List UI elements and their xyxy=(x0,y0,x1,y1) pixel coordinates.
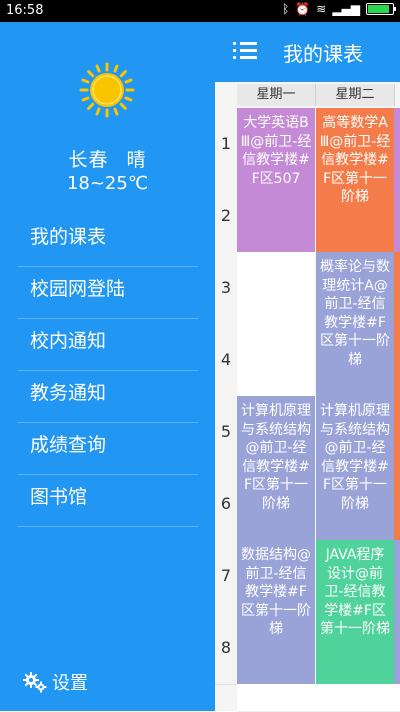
menu-item-campus-network-login[interactable]: 校园网登陆 xyxy=(18,267,198,319)
settings-button[interactable]: 设置 xyxy=(22,669,88,695)
day-header-monday: 星期一 xyxy=(237,84,316,106)
course-card[interactable]: 计算机原理与系统结构@前卫-经信教学楼#F区第十一阶梯 xyxy=(237,396,315,540)
temperature-range: 18~25℃ xyxy=(66,173,149,194)
course-card[interactable]: 概率论与数理统计A@前卫-经信教学楼#F区第十一阶梯 xyxy=(316,252,394,396)
page-title: 我的课表 xyxy=(283,42,363,66)
bluetooth-icon: ᛒ xyxy=(282,2,290,16)
period-number: 3 xyxy=(215,252,237,325)
course-card-partial xyxy=(394,540,400,684)
navigation-drawer: 长春晴 18~25℃ 我的课表 校园网登陆 校内通知 教务通知 成绩查询 图书馆… xyxy=(0,22,215,711)
signal-icon: ▂▄▆ xyxy=(332,2,360,16)
period-number: 8 xyxy=(215,612,237,685)
status-icons: ᛒ ⏰ ≋ ▂▄▆ xyxy=(282,2,396,16)
battery-icon xyxy=(366,3,396,15)
weather-location: 长春晴 xyxy=(0,145,215,172)
course-card[interactable]: 计算机原理与系统结构@前卫-经信教学楼#F区第十一阶梯 xyxy=(316,396,394,540)
menu-item-library[interactable]: 图书馆 xyxy=(18,475,198,527)
status-time: 16:58 xyxy=(6,3,44,18)
period-number: 5 xyxy=(215,396,237,469)
period-number: 1 xyxy=(215,108,237,181)
course-card[interactable]: 大学英语BⅢ@前卫-经信教学楼#F区507 xyxy=(237,108,315,252)
menu-item-grade-inquiry[interactable]: 成绩查询 xyxy=(18,423,198,475)
menu-icon[interactable] xyxy=(233,42,257,60)
timetable: 星期一 星期二 1 2 3 4 5 6 7 8 大学英语BⅢ@前卫-经信教学楼#… xyxy=(215,82,400,712)
period-number: 2 xyxy=(215,180,237,253)
period-number: 7 xyxy=(215,540,237,613)
settings-gears-icon xyxy=(23,672,47,693)
status-bar: 16:58 ᛒ ⏰ ≋ ▂▄▆ xyxy=(0,0,400,22)
weather-condition: 晴 xyxy=(126,149,147,171)
course-card[interactable]: JAVA程序设计@前卫-经信教学楼#F区第十一阶梯 xyxy=(316,540,394,684)
course-card-partial xyxy=(394,108,400,252)
drawer-menu: 我的课表 校园网登陆 校内通知 教务通知 成绩查询 图书馆 xyxy=(18,215,198,527)
period-number: 6 xyxy=(215,468,237,541)
settings-label: 设置 xyxy=(52,673,88,694)
course-card[interactable]: 数据结构@前卫-经信教学楼#F区第十一阶梯 xyxy=(237,540,315,684)
city-name: 长春 xyxy=(68,149,109,171)
alarm-icon: ⏰ xyxy=(295,2,311,16)
wifi-icon: ≋ xyxy=(316,2,327,16)
empty-slot xyxy=(237,684,400,712)
menu-item-my-schedule[interactable]: 我的课表 xyxy=(18,215,198,267)
menu-item-campus-notices[interactable]: 校内通知 xyxy=(18,319,198,371)
sunny-weather-icon xyxy=(79,62,135,118)
course-card[interactable]: 高等数学AⅢ@前卫-经信教学楼#F区第十一阶梯 xyxy=(316,108,394,252)
period-number: 4 xyxy=(215,324,237,397)
empty-slot[interactable] xyxy=(237,252,315,397)
course-card-partial xyxy=(394,252,400,540)
app-toolbar: 我的课表 xyxy=(215,22,400,82)
menu-item-academic-notices[interactable]: 教务通知 xyxy=(18,371,198,423)
day-header-tuesday: 星期二 xyxy=(316,84,395,106)
